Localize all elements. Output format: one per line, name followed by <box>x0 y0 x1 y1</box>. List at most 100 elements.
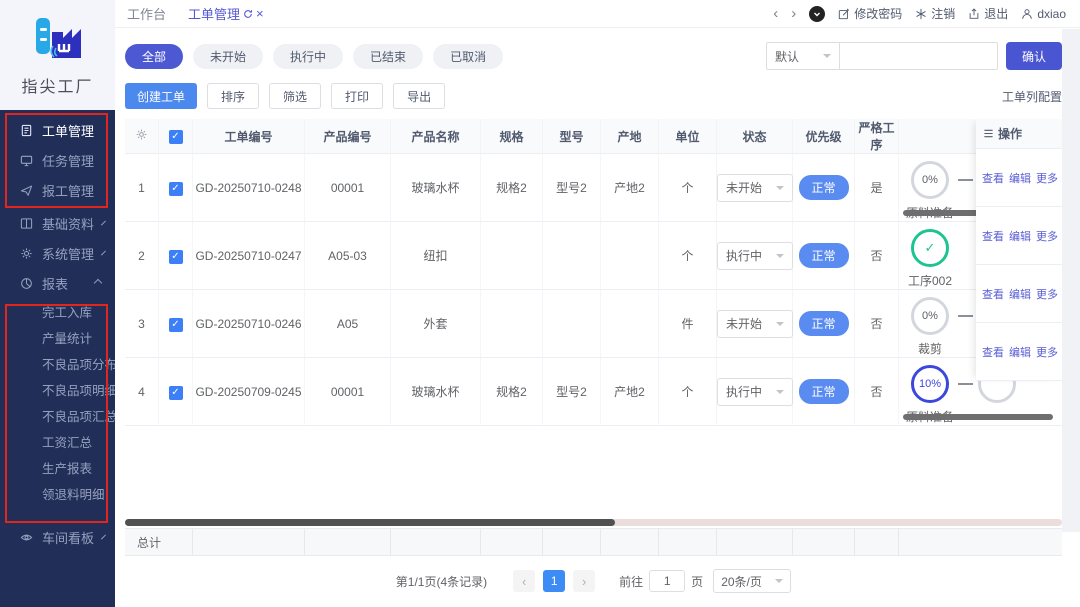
row-checkbox[interactable]: ✓ <box>168 181 183 196</box>
status-tab-in-progress[interactable]: 执行中 <box>273 43 344 69</box>
tab-workbench[interactable]: 工作台 <box>127 4 166 23</box>
sidebar-item-report-work[interactable]: 报工管理 <box>0 175 115 205</box>
header-product-no: 产品编号 <box>305 119 391 154</box>
sidebar-subitem-production-report[interactable]: 生产报表 <box>0 454 115 480</box>
more-link[interactable]: 更多 <box>1036 286 1058 302</box>
sidebar-subitem-material-detail[interactable]: 领退料明细 <box>0 480 115 506</box>
page-size-select[interactable]: 20条/页 <box>713 569 792 593</box>
status-select[interactable]: 未开始 <box>717 173 793 202</box>
nav-back-icon[interactable]: ‹ <box>773 6 778 21</box>
ops-header-label: 操作 <box>998 127 1023 141</box>
export-button[interactable]: 导出 <box>393 83 446 109</box>
confirm-button[interactable]: 确认 <box>1006 42 1062 70</box>
sidebar-subitem-defect-detail[interactable]: 不良品项明细 <box>0 376 117 402</box>
chevron-down-icon <box>823 54 831 62</box>
sidebar-menu: 工单管理 任务管理 报工管理 基础资料 系统管理 报表 完工入库 产量统计 不良… <box>0 110 117 552</box>
tab-work-order[interactable]: 工单管理 × <box>188 4 264 23</box>
sidebar-item-task[interactable]: 任务管理 <box>0 145 115 175</box>
row-checkbox[interactable]: ✓ <box>168 317 183 332</box>
status-value: 未开始 <box>726 317 763 331</box>
status-select[interactable]: 执行中 <box>717 377 793 406</box>
view-link[interactable]: 查看 <box>982 286 1004 302</box>
status-tab-not-started[interactable]: 未开始 <box>193 43 264 69</box>
more-link[interactable]: 更多 <box>1036 344 1058 360</box>
status-tab-all[interactable]: 全部 <box>125 43 184 69</box>
user-menu[interactable]: dxiao <box>1021 7 1066 21</box>
preset-select[interactable]: 默认 <box>766 42 840 70</box>
sidebar-item-label: 任务管理 <box>42 153 95 169</box>
current-page-button[interactable]: 1 <box>543 570 566 592</box>
row-actions: 查看 编辑 更多 <box>976 323 1062 381</box>
exit-action[interactable]: 退出 <box>968 5 1008 22</box>
nav-forward-icon[interactable]: › <box>791 6 796 21</box>
sidebar-subitem-finished-storage[interactable]: 完工入库 <box>0 298 115 324</box>
row-checkbox[interactable]: ✓ <box>168 249 183 264</box>
app-root: 指尖工厂 工单管理 任务管理 报工管理 基础资料 系统管理 报表 完工入库 产量… <box>0 0 1080 607</box>
edit-link[interactable]: 编辑 <box>1009 170 1031 186</box>
gear-icon[interactable] <box>135 128 148 141</box>
filter-button[interactable]: 筛选 <box>269 83 322 109</box>
summary-row: 总计 <box>125 528 1062 556</box>
sidebar-subitem-defect-distribution[interactable]: 不良品项分布 <box>0 350 117 376</box>
edit-link[interactable]: 编辑 <box>1009 228 1031 244</box>
view-link[interactable]: 查看 <box>982 344 1004 360</box>
chevron-down-icon <box>776 389 784 398</box>
cell-spec: 规格2 <box>481 154 543 222</box>
column-config-link[interactable]: 工单列配置 <box>1002 88 1062 105</box>
header-unit: 单位 <box>659 119 717 154</box>
steps-scrollbar[interactable] <box>903 414 1053 420</box>
sidebar-item-reports[interactable]: 报表 <box>0 268 115 298</box>
prev-page-button[interactable]: ‹ <box>513 570 536 592</box>
status-select[interactable]: 未开始 <box>717 309 793 338</box>
header-priority: 优先级 <box>793 119 855 154</box>
main-area: 工作台 工单管理 × ‹ › 修改密码 注销 退出 dxiao 全部 未开始 执… <box>115 0 1080 607</box>
horizontal-scrollbar[interactable] <box>125 519 1062 526</box>
cell-product-name: 外套 <box>391 290 481 358</box>
submenu-label: 领退料明细 <box>42 487 105 502</box>
scrollbar-thumb[interactable] <box>125 519 615 526</box>
content: 全部 未开始 执行中 已结束 已取消 默认 确认 创建工单 排序 筛选 打印 导… <box>115 28 1080 593</box>
header-status: 状态 <box>717 119 793 154</box>
sidebar-subitem-output-stats[interactable]: 产量统计 <box>0 324 115 350</box>
logo-area: 指尖工厂 <box>0 0 115 110</box>
change-password-action[interactable]: 修改密码 <box>838 5 902 22</box>
sidebar-subitem-salary-summary[interactable]: 工资汇总 <box>0 428 115 454</box>
sidebar-subitem-defect-summary[interactable]: 不良品项汇总 <box>0 402 117 428</box>
row-checkbox[interactable]: ✓ <box>168 385 183 400</box>
logout-action[interactable]: 注销 <box>915 5 955 22</box>
select-all-checkbox[interactable]: ✓ <box>168 130 183 144</box>
close-icon[interactable]: × <box>256 7 264 20</box>
edit-link[interactable]: 编辑 <box>1009 286 1031 302</box>
sidebar-item-basic-data[interactable]: 基础资料 <box>0 208 115 238</box>
sidebar-item-work-order[interactable]: 工单管理 <box>0 115 115 145</box>
chevron-down-icon <box>775 579 784 587</box>
row-index: 4 <box>125 358 159 426</box>
print-button[interactable]: 打印 <box>331 83 384 109</box>
status-tab-finished[interactable]: 已结束 <box>353 43 424 69</box>
edit-link[interactable]: 编辑 <box>1009 344 1031 360</box>
sidebar-item-system[interactable]: 系统管理 <box>0 238 115 268</box>
sidebar-item-workshop-board[interactable]: 车间看板 <box>0 522 115 552</box>
cell-unit: 个 <box>659 154 717 222</box>
status-tab-cancelled[interactable]: 已取消 <box>433 43 504 69</box>
more-link[interactable]: 更多 <box>1036 228 1058 244</box>
submenu-label: 产量统计 <box>42 331 93 346</box>
cell-product-no: A05 <box>305 290 391 358</box>
row-actions: 查看 编辑 更多 <box>976 149 1062 207</box>
view-link[interactable]: 查看 <box>982 170 1004 186</box>
topbar-actions: ‹ › 修改密码 注销 退出 dxiao <box>773 5 1066 22</box>
status-select[interactable]: 执行中 <box>717 241 793 270</box>
cell-unit: 个 <box>659 222 717 290</box>
view-link[interactable]: 查看 <box>982 228 1004 244</box>
next-page-button[interactable]: › <box>573 570 596 592</box>
submenu-label: 完工入库 <box>42 305 93 320</box>
search-input[interactable] <box>840 42 998 70</box>
goto-page-input[interactable] <box>649 570 686 592</box>
sort-button[interactable]: 排序 <box>207 83 260 109</box>
refresh-icon[interactable] <box>243 9 253 19</box>
cell-model: 型号2 <box>543 154 601 222</box>
collapse-toggle-icon[interactable] <box>809 5 826 22</box>
chevron-down-icon <box>101 534 106 540</box>
create-order-button[interactable]: 创建工单 <box>125 83 198 109</box>
more-link[interactable]: 更多 <box>1036 170 1058 186</box>
